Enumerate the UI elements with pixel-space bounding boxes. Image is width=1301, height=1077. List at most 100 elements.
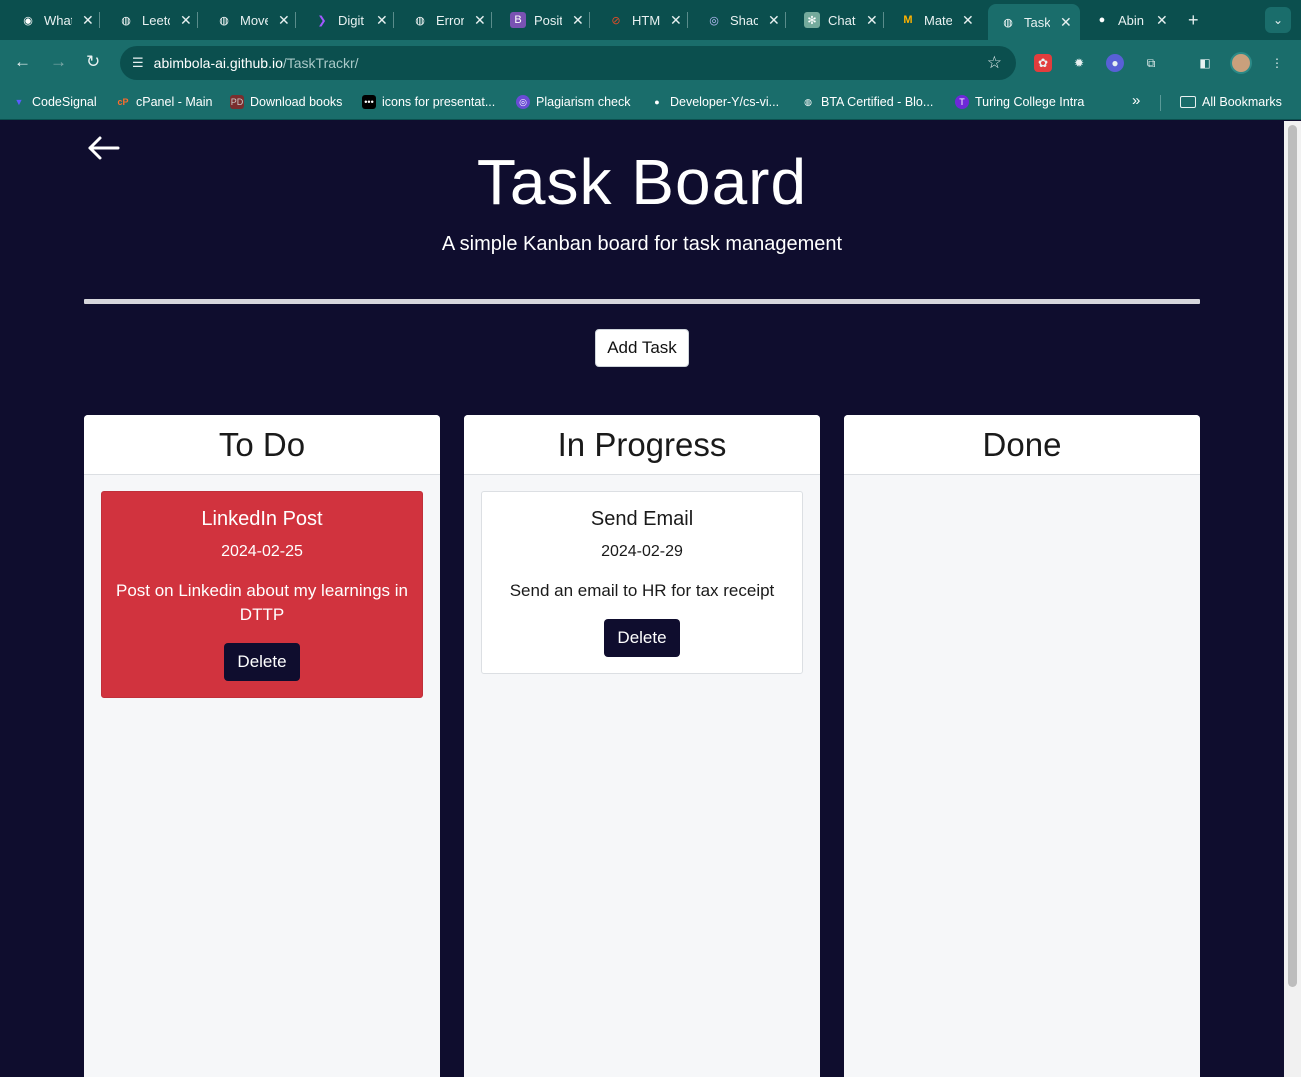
bookmark-label: Plagiarism check xyxy=(536,95,631,109)
tab-error[interactable]: ◍ Error ✕ xyxy=(400,6,492,34)
close-icon[interactable]: ✕ xyxy=(962,12,974,29)
html-icon: ⊘ xyxy=(611,14,621,27)
bookmark-cpanel[interactable]: cP cPanel - Main xyxy=(116,95,212,109)
tab-html[interactable]: ⊘ HTM ✕ xyxy=(596,6,688,34)
delete-button[interactable]: Delete xyxy=(224,643,300,681)
material-icon: M xyxy=(903,14,913,26)
new-tab-button[interactable]: + xyxy=(1188,10,1199,31)
bookmark-label: Turing College Intra xyxy=(975,95,1085,109)
chatgpt-icon: ✻ xyxy=(804,12,820,28)
tab-github[interactable]: ● Abin ✕ xyxy=(1082,6,1168,34)
tab-digit[interactable]: ❯ Digit ✕ xyxy=(302,6,394,34)
task-card[interactable]: LinkedIn Post 2024-02-25 Post on Linkedi… xyxy=(101,491,423,698)
tab-title: Mate xyxy=(924,12,952,28)
chrome-icon: ◉ xyxy=(23,14,33,27)
task-card[interactable]: Send Email 2024-02-29 Send an email to H… xyxy=(481,491,803,674)
all-bookmarks-button[interactable]: All Bookmarks xyxy=(1180,95,1282,109)
task-description: Post on Linkedin about my learnings in D… xyxy=(115,581,408,624)
task-date: 2024-02-29 xyxy=(601,543,683,560)
tab-task-active[interactable]: ◍ Task ✕ xyxy=(988,4,1080,40)
globe-icon: ◍ xyxy=(1003,16,1013,29)
add-task-button[interactable]: Add Task xyxy=(595,329,689,367)
bookmark-turing[interactable]: T Turing College Intra xyxy=(955,95,1084,109)
bookmarks-bar: ▼ CodeSignal cP cPanel - Main PD Downloa… xyxy=(0,86,1301,120)
close-icon[interactable]: ✕ xyxy=(670,12,682,29)
tab-title: Posit xyxy=(534,12,562,28)
profile-avatar[interactable] xyxy=(1230,52,1252,74)
close-icon[interactable]: ✕ xyxy=(572,12,584,29)
folder-icon xyxy=(1180,96,1196,108)
tab-what[interactable]: ◉ What ✕ xyxy=(8,6,100,34)
site-info-icon[interactable]: ☰ xyxy=(132,55,144,71)
page-subtitle: A simple Kanban board for task managemen… xyxy=(441,233,843,255)
tab-posit[interactable]: B Posit ✕ xyxy=(498,6,590,34)
bootstrap-icon: B xyxy=(510,12,526,28)
bookmark-label: CodeSignal xyxy=(32,95,97,109)
close-icon[interactable]: ✕ xyxy=(1060,14,1072,31)
bookmarks-overflow-button[interactable]: » xyxy=(1132,92,1140,109)
url-text: abimbola-ai.github.io/TaskTrackr/ xyxy=(154,55,359,71)
gear-extension-icon[interactable]: ✹ xyxy=(1070,54,1088,72)
bookmark-books[interactable]: PD Download books xyxy=(230,95,342,109)
reload-icon[interactable]: ↻ xyxy=(86,52,100,72)
dots-icon: ••• xyxy=(362,95,376,109)
side-panel-icon[interactable]: ◧ xyxy=(1196,54,1214,72)
bookmark-developer-y[interactable]: ● Developer-Y/cs-vi... xyxy=(650,95,779,109)
bookmark-star-icon[interactable]: ☆ xyxy=(987,53,1002,73)
github-icon: ● xyxy=(654,97,660,107)
task-description: Send an email to HR for tax receipt xyxy=(509,581,775,600)
tab-strip: ◉ What ✕ ◍ Leetc ✕ ◍ Move ✕ ❯ Digit ✕ ◍ … xyxy=(0,0,1301,40)
cpanel-icon: cP xyxy=(117,97,129,107)
page-scrollbar[interactable] xyxy=(1284,121,1301,1077)
globe-icon: ◍ xyxy=(804,96,812,107)
scrollbar-thumb[interactable] xyxy=(1288,125,1297,987)
tab-title: Move xyxy=(240,12,268,28)
bookmark-label: icons for presentat... xyxy=(382,95,496,109)
all-bookmarks-label: All Bookmarks xyxy=(1202,95,1282,109)
tab-title: Error xyxy=(436,12,464,28)
tab-shadcn[interactable]: ◎ Shac ✕ xyxy=(694,6,786,34)
extension-icon[interactable]: ● xyxy=(1106,54,1124,72)
back-icon[interactable]: ← xyxy=(14,52,31,72)
close-icon[interactable]: ✕ xyxy=(768,12,780,29)
tab-title: HTM xyxy=(632,12,660,28)
bookmark-label: Developer-Y/cs-vi... xyxy=(670,95,780,109)
bookmark-codesignal[interactable]: ▼ CodeSignal xyxy=(12,95,97,109)
lane-header: Done xyxy=(844,415,1200,475)
menu-kebab-icon[interactable]: ⋮ xyxy=(1268,54,1286,72)
bookmarks-divider xyxy=(1160,95,1161,111)
tab-leetcode[interactable]: ◍ Leetc ✕ xyxy=(106,6,198,34)
tab-search-button[interactable]: ⌄ xyxy=(1265,7,1291,33)
address-bar[interactable]: ☰ abimbola-ai.github.io/TaskTrackr/ ☆ xyxy=(120,46,1016,80)
delete-button[interactable]: Delete xyxy=(604,619,680,657)
task-title: Send Email xyxy=(590,508,694,530)
digital-logo-icon: ❯ xyxy=(317,14,327,27)
extension-icon[interactable]: ✿ xyxy=(1034,54,1052,72)
browser-toolbar: ← → ↻ ☰ abimbola-ai.github.io/TaskTrackr… xyxy=(0,40,1301,86)
globe-icon: ◍ xyxy=(415,14,425,27)
tab-title: Chat xyxy=(828,12,856,28)
url-path: /TaskTrackr/ xyxy=(282,55,359,71)
close-icon[interactable]: ✕ xyxy=(82,12,94,29)
bookmark-plagiarism[interactable]: ◎ Plagiarism check xyxy=(516,95,630,109)
bookmark-icons[interactable]: ••• icons for presentat... xyxy=(362,95,495,109)
plagiarism-icon: ◎ xyxy=(516,95,530,109)
forward-icon[interactable]: → xyxy=(50,52,67,72)
close-icon[interactable]: ✕ xyxy=(474,12,486,29)
puzzle-icon[interactable]: ⧉ xyxy=(1142,54,1160,72)
globe-icon: ◍ xyxy=(121,14,131,27)
bookmark-label: Download books xyxy=(250,95,343,109)
tab-chatgpt[interactable]: ✻ Chat ✕ xyxy=(792,6,884,34)
task-title: LinkedIn Post xyxy=(201,508,323,530)
close-icon[interactable]: ✕ xyxy=(376,12,388,29)
tab-title: What xyxy=(44,12,72,28)
close-icon[interactable]: ✕ xyxy=(1156,12,1168,29)
tab-material[interactable]: M Mate ✕ xyxy=(888,6,974,34)
bookmark-bta[interactable]: ◍ BTA Certified - Blo... xyxy=(801,95,933,109)
close-icon[interactable]: ✕ xyxy=(180,12,192,29)
github-icon: ● xyxy=(1098,14,1106,26)
tab-move[interactable]: ◍ Move ✕ xyxy=(204,6,296,34)
close-icon[interactable]: ✕ xyxy=(278,12,290,29)
lane-header: In Progress xyxy=(464,415,820,475)
close-icon[interactable]: ✕ xyxy=(866,12,878,29)
